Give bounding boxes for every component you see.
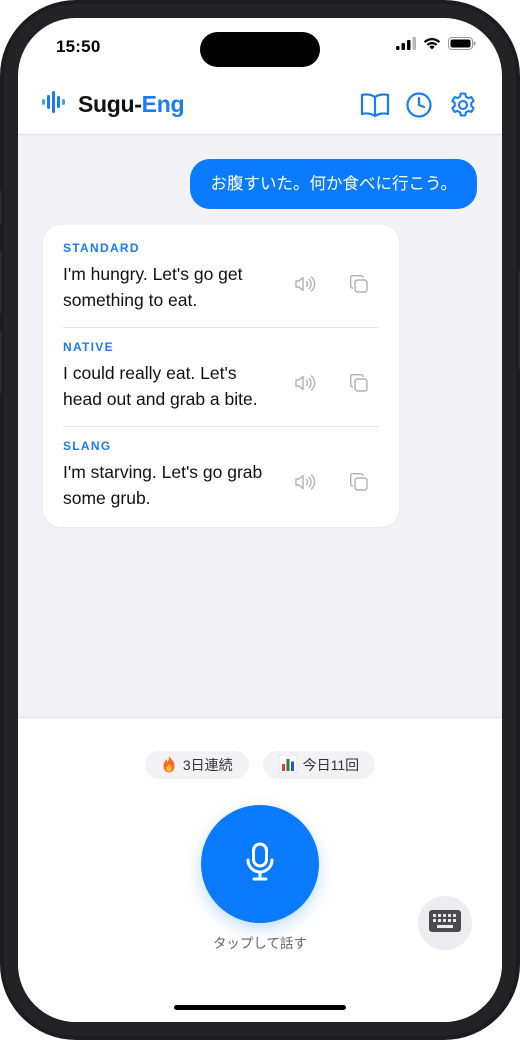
keyboard-button[interactable] [418, 896, 472, 950]
book-icon[interactable] [360, 90, 390, 120]
answer-native: NATIVE I could really eat. Let's head ou… [63, 328, 379, 427]
answer-slang: SLANG I'm starving. Let's go grab some g… [63, 427, 379, 525]
volume-down-button [0, 330, 2, 394]
speaker-icon[interactable] [293, 272, 317, 296]
fire-icon [161, 755, 177, 776]
wifi-icon [423, 37, 441, 55]
user-message-bubble: お腹すいた。何か食べに行こう。 [190, 159, 477, 209]
speaker-icon[interactable] [293, 470, 317, 494]
answer-label-standard: STANDARD [63, 241, 140, 255]
header-actions [360, 90, 478, 120]
today-count-text: 今日11回 [302, 757, 360, 773]
app-name-part2: Eng [141, 91, 185, 117]
answer-actions [293, 371, 371, 395]
mic-button[interactable] [201, 805, 319, 923]
app-logo: Sugu-Eng [42, 90, 184, 119]
app-header: Sugu-Eng [18, 78, 502, 135]
side-button [0, 190, 2, 224]
home-indicator[interactable] [174, 1005, 346, 1010]
streak-text: 3日連続 [182, 757, 233, 773]
bottom-panel: 3日連続 今日11回 タップして話す [18, 717, 502, 1022]
dynamic-island [200, 32, 320, 67]
screen: 15:50 Sugu-Eng お腹すいた。何か食べに行こう。 STANDARD … [18, 18, 502, 1022]
answer-text-slang: I'm starving. Let's go grab some grub. [63, 462, 263, 508]
bar-chart-icon [278, 754, 298, 776]
copy-icon[interactable] [347, 470, 371, 494]
answer-text-standard: I'm hungry. Let's go get something to ea… [63, 264, 243, 310]
settings-gear-icon[interactable] [448, 90, 478, 120]
speaker-icon[interactable] [293, 371, 317, 395]
answer-label-slang: SLANG [63, 439, 112, 453]
waveform-icon [42, 90, 70, 119]
cellular-signal-icon [396, 37, 416, 55]
app-name-part1: Sugu- [78, 91, 142, 117]
keyboard-icon [429, 909, 461, 937]
status-time: 15:50 [56, 37, 101, 56]
answer-text-native: I could really eat. Let's head out and g… [63, 363, 258, 409]
streak-chip: 3日連続 [144, 751, 249, 779]
stats-chips: 3日連続 今日11回 [18, 751, 502, 779]
volume-up-button [0, 250, 2, 314]
chat-area: お腹すいた。何か食べに行こう。 STANDARD I'm hungry. Let… [18, 135, 502, 717]
microphone-icon [245, 842, 275, 887]
battery-icon [448, 37, 476, 55]
status-bar: 15:50 [18, 18, 502, 78]
today-count-chip: 今日11回 [262, 751, 376, 779]
answer-standard: STANDARD I'm hungry. Let's go get someth… [63, 229, 379, 328]
app-name: Sugu-Eng [78, 91, 184, 118]
history-clock-icon[interactable] [404, 90, 434, 120]
translation-card: STANDARD I'm hungry. Let's go get someth… [43, 225, 399, 527]
answer-actions [293, 470, 371, 494]
phone-frame: 15:50 Sugu-Eng お腹すいた。何か食べに行こう。 STANDARD … [0, 0, 520, 1040]
answer-label-native: NATIVE [63, 340, 114, 354]
status-icons [396, 37, 476, 55]
copy-icon[interactable] [347, 371, 371, 395]
answer-actions [293, 272, 371, 296]
copy-icon[interactable] [347, 272, 371, 296]
